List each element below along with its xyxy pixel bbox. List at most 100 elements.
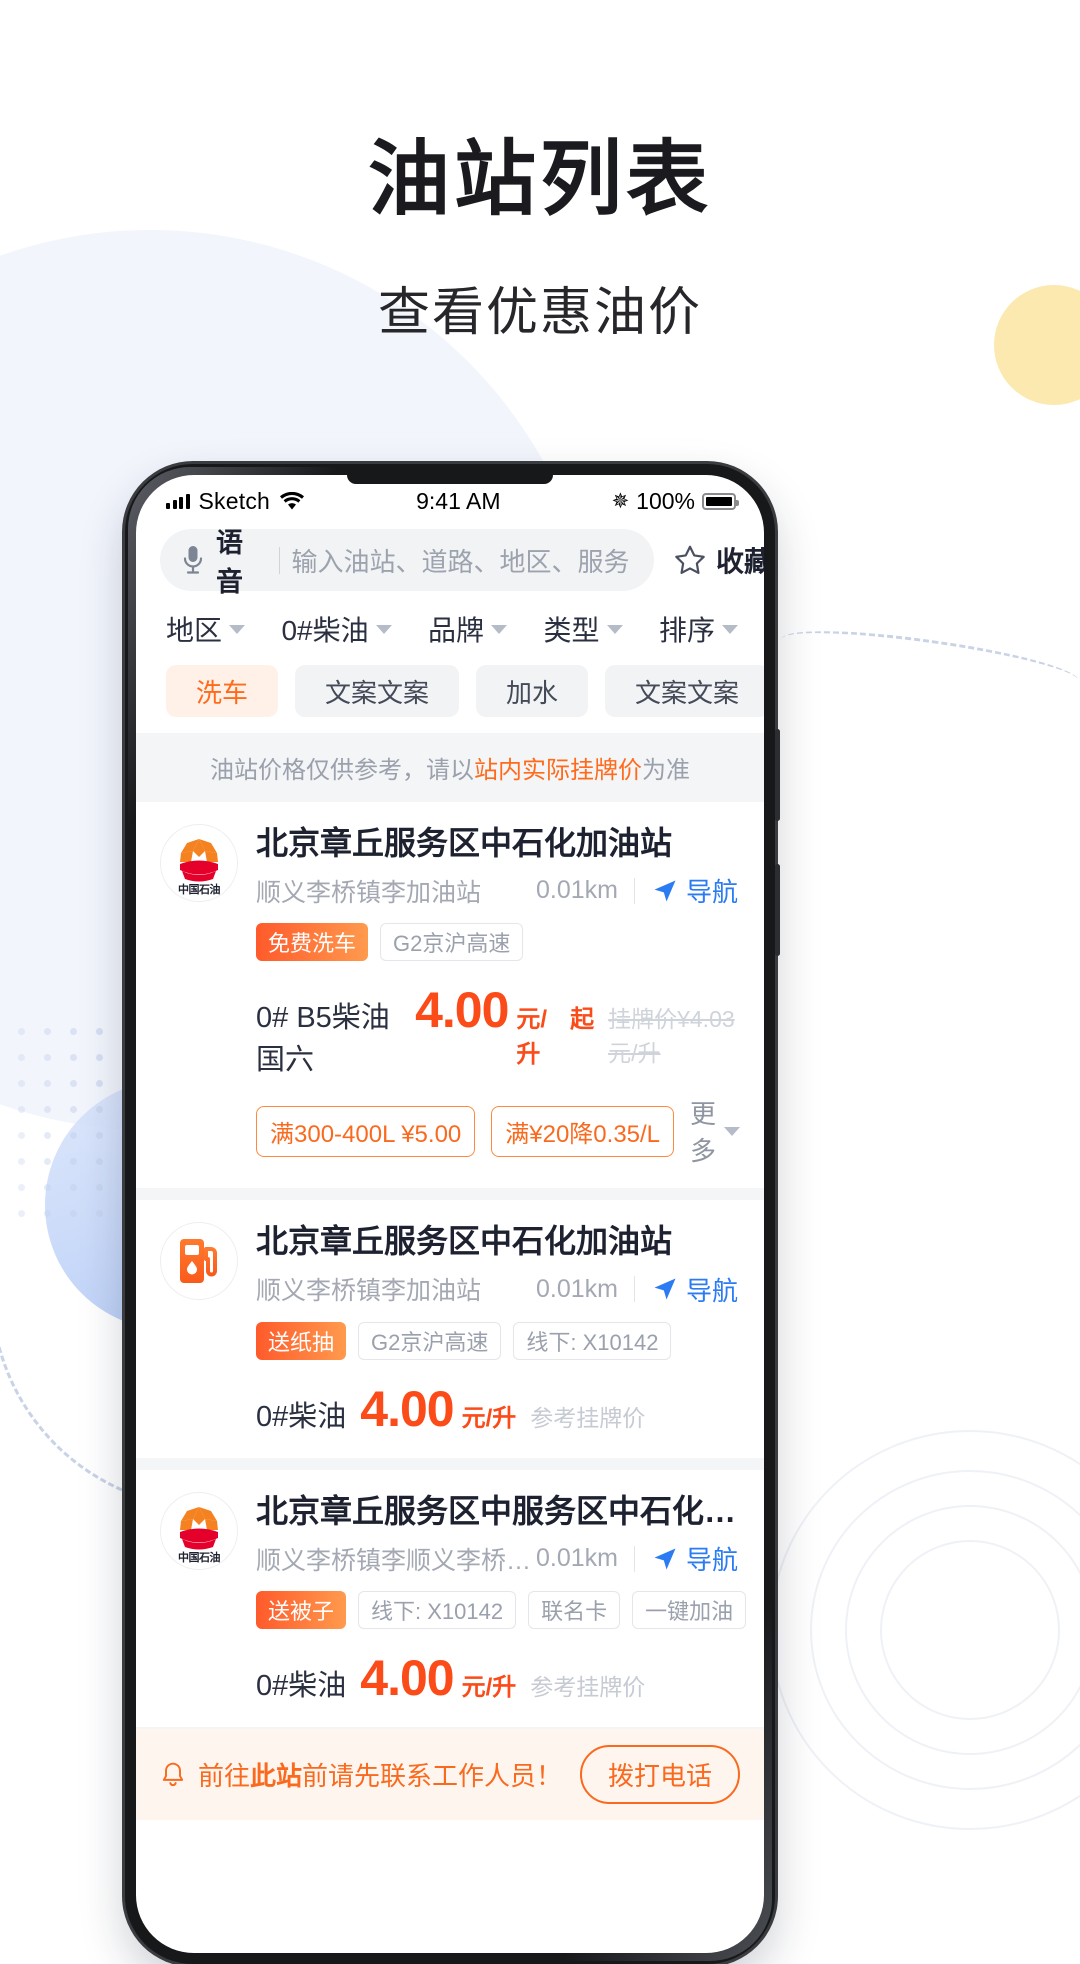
fuel-type-label: 0#柴油	[256, 1670, 347, 1703]
filter-bar: 地区 0#柴油 品牌 类型 排序	[136, 605, 764, 665]
station-promo-tag: 送被子	[256, 1591, 347, 1630]
reference-price-note: 参考挂牌价	[530, 1404, 646, 1431]
navigate-label: 导航	[685, 877, 738, 908]
station-card[interactable]: 中国石油 北京章丘服务区中服务区中石化加油站... 顺义李桥镇李顺义李桥镇李加油站.…	[136, 1469, 764, 1728]
price-value: 4.00	[415, 982, 509, 1039]
chevron-down-icon	[724, 1126, 741, 1136]
list-price-strikethrough: 挂牌价¥4.03元/升	[608, 1006, 735, 1067]
price-row: 0#柴油 4.00 元/升 参考挂牌价	[160, 1380, 738, 1438]
petrochina-logo: 中国石油	[160, 1491, 238, 1570]
clock: 9:41 AM	[416, 487, 501, 514]
signal-bars-icon	[166, 493, 190, 509]
page-subtitle: 查看优惠油价	[377, 284, 702, 342]
price-value: 4.00	[360, 1380, 454, 1437]
microphone-icon	[183, 546, 203, 574]
favorites-button[interactable]: 收藏	[672, 540, 764, 580]
service-chip[interactable]: 加水	[476, 665, 589, 717]
station-subrow: 顺义李桥镇李加油站 0.01km 导航	[256, 1271, 738, 1308]
disclaimer-highlight: 站内实际挂牌价	[474, 757, 642, 784]
station-tag-row: 免费洗车 G2京沪高速	[256, 923, 738, 962]
dot-grid	[18, 1028, 114, 1228]
more-label: 更多	[690, 1099, 717, 1167]
chevron-down-icon	[606, 624, 623, 634]
service-chip[interactable]: 文案文案	[605, 665, 764, 717]
deal-row: 满300-400L ¥5.00 满¥20降0.35/L 更多	[160, 1094, 741, 1168]
phone-mockup: Sketch 9:41 AM ✵ 100% 语音 输入油站、道路、地区、服务区 …	[125, 464, 780, 1964]
phone-notch	[347, 475, 553, 484]
power-button[interactable]	[775, 864, 780, 956]
service-chip[interactable]: 文案文案	[295, 665, 460, 717]
call-phone-button[interactable]: 拨打电话	[579, 1745, 740, 1805]
reference-price-note: 参考挂牌价	[530, 1674, 646, 1701]
navigate-button[interactable]: 导航	[635, 872, 738, 909]
volume-button[interactable]	[775, 729, 780, 821]
station-card[interactable]: 北京章丘服务区中石化加油站顺义李桥镇李加油站 0.01km 导航 送纸抽 G2京沪高速线…	[136, 1200, 764, 1458]
station-distance: 0.01km	[536, 876, 618, 905]
fuel-pump-icon	[180, 1239, 217, 1284]
search-row: 语音 输入油站、道路、地区、服务区 收藏	[136, 523, 764, 605]
station-address: 顺义李桥镇李加油站	[256, 1277, 482, 1306]
disclaimer-suffix: 为准	[642, 757, 690, 784]
contact-warning-bar: 前往此站前请先联系工作人员！ 拨打电话	[136, 1729, 764, 1821]
station-distance: 0.01km	[536, 1544, 618, 1573]
battery-icon	[702, 492, 739, 510]
station-card-header: 北京章丘服务区中石化加油站顺义李桥镇李加油站 0.01km 导航 送纸抽 G2京沪高速线…	[160, 1222, 738, 1360]
petrochina-logo: 中国石油	[160, 824, 238, 902]
filter-fuel-type[interactable]: 0#柴油	[281, 609, 392, 649]
search-input[interactable]: 语音 输入油站、道路、地区、服务区	[160, 528, 655, 597]
navigation-arrow-icon	[654, 1548, 676, 1570]
navigate-label: 导航	[685, 1545, 738, 1576]
fuel-pump-icon	[160, 1222, 238, 1301]
navigate-button[interactable]: 导航	[635, 1540, 738, 1577]
price-unit: 元/升	[461, 1404, 517, 1432]
fuel-type-label: 0# B5柴油 国六	[256, 1002, 390, 1077]
station-card[interactable]: 中国石油 北京章丘服务区中石化加油站顺义李桥镇李加油站 0.01km 导航免费洗车 G2…	[136, 802, 764, 1189]
deal-tag[interactable]: 满¥20降0.35/L	[491, 1105, 675, 1157]
more-deals-button[interactable]: 更多	[690, 1094, 741, 1168]
phone-screen: Sketch 9:41 AM ✵ 100% 语音 输入油站、道路、地区、服务区 …	[136, 475, 764, 1953]
filter-sort[interactable]: 排序	[659, 609, 738, 649]
warning-text: 前往此站前请先联系工作人员！	[198, 1756, 568, 1793]
concentric-arcs	[740, 1400, 1080, 1860]
station-tag: G2京沪高速	[380, 923, 524, 962]
station-name: 北京章丘服务区中石化加油站	[256, 825, 673, 861]
voice-search-label[interactable]: 语音	[216, 521, 267, 599]
station-tag: 联名卡	[528, 1591, 621, 1630]
station-info: 北京章丘服务区中服务区中石化加油站... 顺义李桥镇李顺义李桥镇李加油站...0.…	[256, 1492, 747, 1630]
station-tag: 一键加油	[632, 1591, 747, 1630]
warning-prefix: 前往	[198, 1761, 251, 1792]
filter-label: 品牌	[428, 615, 485, 646]
station-tag-row: 送纸抽 G2京沪高速 线下: X10142	[256, 1321, 738, 1360]
filter-label: 排序	[658, 615, 715, 646]
price-unit: 元/升	[516, 1006, 548, 1069]
station-info: 北京章丘服务区中石化加油站顺义李桥镇李加油站 0.01km 导航免费洗车 G2京沪高速	[256, 824, 738, 962]
service-chip-row: 洗车文案文案加水文案文案文案文	[136, 665, 764, 733]
station-tag-row: 送被子 线下: X10142 联名卡 一键加油	[256, 1591, 747, 1630]
service-chip[interactable]: 洗车	[166, 665, 279, 717]
station-subrow: 顺义李桥镇李顺义李桥镇李加油站...0.01km 导航	[256, 1540, 738, 1577]
bluetooth-icon: ✵	[611, 489, 630, 513]
navigation-arrow-icon	[654, 880, 676, 902]
bell-icon	[162, 1762, 184, 1786]
price-row: 0#柴油 4.00 元/升 参考挂牌价	[160, 1649, 738, 1707]
price-disclaimer: 油站价格仅供参考，请以站内实际挂牌价为准	[136, 733, 764, 802]
station-tag: 线下: X10142	[358, 1591, 517, 1630]
chevron-down-icon	[375, 624, 392, 634]
station-name: 北京章丘服务区中石化加油站	[256, 1223, 673, 1260]
navigate-label: 导航	[685, 1275, 738, 1306]
chevron-down-icon	[721, 624, 738, 634]
filter-category[interactable]: 类型	[544, 609, 623, 649]
station-card-header: 中国石油 北京章丘服务区中服务区中石化加油站... 顺义李桥镇李顺义李桥镇李加油站.…	[160, 1491, 747, 1630]
filter-brand[interactable]: 品牌	[428, 609, 508, 649]
deal-tag[interactable]: 满300-400L ¥5.00	[256, 1105, 476, 1157]
navigate-button[interactable]: 导航	[635, 1271, 738, 1308]
disclaimer-prefix: 油站价格仅供参考，请以	[210, 757, 474, 784]
page-title: 油站列表	[367, 134, 712, 225]
station-address: 顺义李桥镇李加油站	[256, 878, 482, 907]
filter-region[interactable]: 地区	[166, 609, 246, 649]
wifi-icon	[280, 491, 305, 509]
filter-label: 地区	[166, 615, 223, 646]
station-tag: 线下: X10142	[513, 1321, 672, 1360]
search-placeholder: 输入油站、道路、地区、服务区	[291, 546, 633, 577]
warning-suffix: 前请先联系工作人员！	[302, 1761, 563, 1792]
